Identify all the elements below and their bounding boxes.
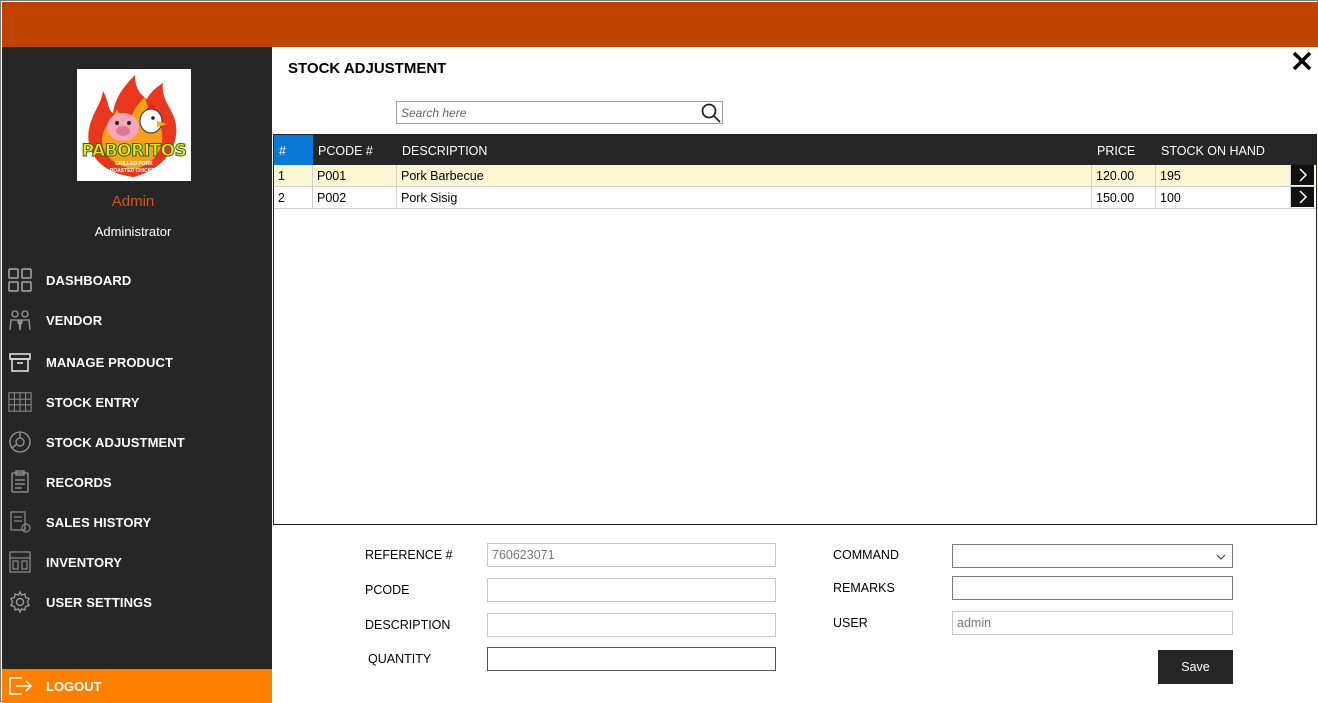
chevron-down-icon bbox=[1216, 554, 1226, 560]
nav-stock-adjustment[interactable]: STOCK ADJUSTMENT bbox=[2, 424, 272, 460]
description-field[interactable] bbox=[487, 613, 776, 637]
logo-tagline-1: GRILLED PORK bbox=[115, 161, 153, 167]
nav-user-settings[interactable]: USER SETTINGS bbox=[2, 584, 272, 620]
product-box-icon bbox=[8, 350, 32, 374]
cell-description: Pork Barbecue bbox=[397, 165, 1092, 186]
select-row-button[interactable] bbox=[1291, 165, 1314, 185]
stock-adjustment-icon bbox=[8, 430, 32, 454]
description-label: DESCRIPTION bbox=[365, 618, 451, 632]
cell-stock: 195 bbox=[1156, 165, 1291, 186]
column-header-index[interactable]: # bbox=[274, 135, 313, 165]
reference-field[interactable]: 760623071 bbox=[487, 543, 776, 567]
page-title: STOCK ADJUSTMENT bbox=[288, 60, 447, 77]
save-button[interactable]: Save bbox=[1158, 650, 1233, 684]
nav-dashboard-label: DASHBOARD bbox=[46, 272, 132, 288]
cell-index: 2 bbox=[274, 187, 313, 208]
logout-button[interactable]: LOGOUT bbox=[2, 669, 272, 703]
nav-inventory-label: INVENTORY bbox=[46, 554, 123, 570]
cell-index: 1 bbox=[274, 165, 313, 186]
command-label: COMMAND bbox=[833, 548, 899, 562]
table-row[interactable]: 2 P002 Pork Sisig 150.00 100 bbox=[274, 187, 1316, 209]
vendor-people-icon bbox=[8, 308, 32, 332]
nav-sales-history-label: SALES HISTORY bbox=[46, 514, 152, 530]
app-window: PABORITOS GRILLED PORK ROASTED CHICKEN A… bbox=[0, 0, 1318, 703]
remarks-field[interactable] bbox=[952, 576, 1233, 600]
chevron-right-icon bbox=[1298, 190, 1307, 204]
cell-pcode: P002 bbox=[313, 187, 397, 208]
column-header-description[interactable]: DESCRIPTION bbox=[397, 135, 1092, 165]
cell-pcode: P001 bbox=[313, 165, 397, 186]
nav-manage-product-label: MANAGE PRODUCT bbox=[46, 354, 174, 370]
logout-icon bbox=[8, 674, 34, 703]
search-box bbox=[396, 101, 723, 124]
nav-vendor[interactable]: VENDOR bbox=[2, 302, 272, 338]
user-label: USER bbox=[833, 616, 868, 630]
sales-history-icon bbox=[8, 510, 32, 534]
dashboard-grid-icon bbox=[8, 268, 32, 292]
user-role: Administrator bbox=[94, 224, 172, 239]
cell-price: 120.00 bbox=[1092, 165, 1156, 186]
product-grid: # PCODE # DESCRIPTION PRICE STOCK ON HAN… bbox=[273, 134, 1317, 525]
column-header-pcode[interactable]: PCODE # bbox=[313, 135, 397, 165]
command-select[interactable] bbox=[952, 544, 1233, 568]
pcode-field[interactable] bbox=[487, 578, 776, 602]
nav-dashboard[interactable]: DASHBOARD bbox=[2, 262, 272, 298]
stock-entry-icon bbox=[8, 390, 32, 414]
select-row-button[interactable] bbox=[1291, 187, 1314, 207]
table-row[interactable]: 1 P001 Pork Barbecue 120.00 195 bbox=[274, 165, 1316, 187]
logout-label: LOGOUT bbox=[46, 678, 102, 694]
logo-brand-text: PABORITOS bbox=[81, 141, 187, 162]
grid-header: # PCODE # DESCRIPTION PRICE STOCK ON HAN… bbox=[274, 135, 1316, 165]
close-icon bbox=[1292, 51, 1312, 71]
main-panel: STOCK ADJUSTMENT # PCODE # DESCRIPTION P… bbox=[272, 47, 1318, 703]
close-button[interactable] bbox=[1290, 49, 1314, 73]
remarks-label: REMARKS bbox=[833, 581, 895, 595]
nav-user-settings-label: USER SETTINGS bbox=[46, 594, 153, 610]
nav-vendor-label: VENDOR bbox=[46, 312, 103, 328]
pcode-label: PCODE bbox=[365, 583, 410, 597]
nav-sales-history[interactable]: SALES HISTORY bbox=[2, 504, 272, 540]
user-name: Admin bbox=[111, 193, 155, 210]
user-field[interactable]: admin bbox=[952, 611, 1233, 635]
nav-inventory[interactable]: INVENTORY bbox=[2, 544, 272, 580]
column-header-stock-on-hand[interactable]: STOCK ON HAND bbox=[1156, 135, 1291, 165]
top-bar bbox=[2, 2, 1318, 47]
gear-icon bbox=[8, 590, 32, 614]
search-input[interactable] bbox=[397, 102, 697, 123]
sidebar: PABORITOS GRILLED PORK ROASTED CHICKEN A… bbox=[2, 47, 272, 703]
cell-description: Pork Sisig bbox=[397, 187, 1092, 208]
nav-stock-adjustment-label: STOCK ADJUSTMENT bbox=[46, 434, 185, 450]
reference-label: REFERENCE # bbox=[365, 548, 453, 562]
logo-tagline-2: ROASTED CHICKEN bbox=[109, 168, 159, 174]
column-header-price[interactable]: PRICE bbox=[1092, 135, 1156, 165]
cell-stock: 100 bbox=[1156, 187, 1291, 208]
search-icon[interactable] bbox=[701, 103, 721, 128]
nav-stock-entry-label: STOCK ENTRY bbox=[46, 394, 140, 410]
records-clipboard-icon bbox=[8, 470, 32, 494]
inventory-shelf-icon bbox=[8, 550, 32, 574]
quantity-label: QUANTITY bbox=[368, 652, 432, 666]
quantity-field[interactable] bbox=[487, 647, 776, 671]
nav-manage-product[interactable]: MANAGE PRODUCT bbox=[2, 344, 272, 380]
nav-records-label: RECORDS bbox=[46, 474, 112, 490]
nav-stock-entry[interactable]: STOCK ENTRY bbox=[2, 384, 272, 420]
brand-logo: PABORITOS GRILLED PORK ROASTED CHICKEN bbox=[77, 69, 191, 181]
nav-records[interactable]: RECORDS bbox=[2, 464, 272, 500]
cell-price: 150.00 bbox=[1092, 187, 1156, 208]
chevron-right-icon bbox=[1298, 168, 1307, 182]
